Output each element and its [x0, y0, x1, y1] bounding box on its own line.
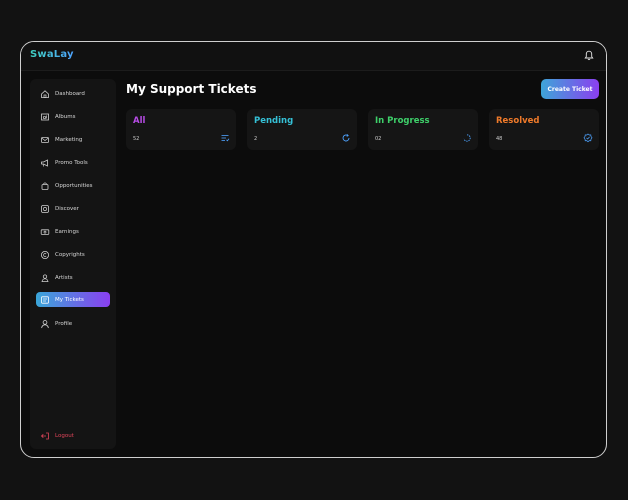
- logout-label: Logout: [55, 432, 74, 439]
- card-count: 48: [496, 136, 503, 142]
- sidebar-item-label: Marketing: [55, 136, 83, 143]
- sidebar-item-label: Artists: [55, 274, 73, 281]
- megaphone-icon: [41, 158, 48, 167]
- sidebar-item-label: Albums: [55, 113, 76, 120]
- compass-icon: [41, 204, 49, 213]
- check-badge-icon: [583, 133, 593, 143]
- copyright-icon: [41, 250, 49, 259]
- page-title: My Support Tickets: [126, 82, 257, 96]
- ticket-card-all[interactable]: All 52: [126, 109, 236, 150]
- logout-button[interactable]: Logout: [36, 428, 110, 443]
- card-count: 52: [133, 136, 140, 142]
- sidebar-item-label: My Tickets: [55, 296, 84, 303]
- sidebar-item-my-tickets[interactable]: My Tickets: [36, 292, 110, 307]
- create-ticket-button[interactable]: Create Ticket: [541, 79, 599, 99]
- user-group-icon: [41, 273, 49, 282]
- card-count: 02: [375, 136, 382, 142]
- list-icon: [221, 135, 230, 142]
- album-icon: [41, 113, 49, 120]
- sidebar-item-opportunities[interactable]: Opportunities: [36, 178, 110, 193]
- logout-icon: [40, 432, 49, 439]
- sidebar-item-albums[interactable]: Albums: [36, 109, 110, 124]
- sidebar-item-label: Copyrights: [55, 251, 85, 258]
- ticket-card-pending[interactable]: Pending 2: [247, 109, 357, 150]
- bell-icon[interactable]: [584, 50, 594, 61]
- sidebar-item-earnings[interactable]: Earnings: [36, 224, 110, 239]
- top-bar: SwaLay: [21, 42, 606, 71]
- sidebar-item-label: Discover: [55, 205, 79, 212]
- app-window: SwaLay Dashboard Albums Marketing Promo …: [20, 41, 607, 458]
- money-icon: [40, 228, 50, 235]
- ticket-card-in-progress[interactable]: In Progress 02: [368, 109, 478, 150]
- mail-icon: [41, 136, 49, 143]
- sidebar-item-copyrights[interactable]: Copyrights: [36, 247, 110, 262]
- sidebar-item-label: Dashboard: [55, 90, 85, 97]
- sidebar-item-marketing[interactable]: Marketing: [36, 132, 110, 147]
- sidebar: Dashboard Albums Marketing Promo Tools O…: [30, 79, 116, 449]
- sidebar-item-profile[interactable]: Profile: [36, 316, 110, 331]
- sidebar-item-label: Opportunities: [55, 182, 93, 189]
- sidebar-item-label: Earnings: [55, 228, 79, 235]
- refresh-icon: [342, 134, 350, 142]
- sidebar-item-promo-tools[interactable]: Promo Tools: [36, 155, 110, 170]
- card-title: In Progress: [375, 116, 430, 126]
- card-count: 2: [254, 136, 258, 142]
- app-logo[interactable]: SwaLay: [30, 49, 74, 60]
- sidebar-item-dashboard[interactable]: Dashboard: [36, 86, 110, 101]
- sidebar-item-label: Profile: [55, 320, 73, 327]
- card-title: Resolved: [496, 116, 540, 126]
- bag-icon: [41, 182, 49, 190]
- sidebar-item-discover[interactable]: Discover: [36, 201, 110, 216]
- ticket-icon: [41, 295, 49, 304]
- card-title: All: [133, 116, 146, 126]
- sidebar-item-artists[interactable]: Artists: [36, 270, 110, 285]
- home-icon: [41, 89, 49, 98]
- spinner-icon: [463, 134, 471, 142]
- user-icon: [41, 319, 49, 328]
- card-title: Pending: [254, 116, 294, 126]
- ticket-card-resolved[interactable]: Resolved 48: [489, 109, 599, 150]
- sidebar-item-label: Promo Tools: [55, 159, 88, 166]
